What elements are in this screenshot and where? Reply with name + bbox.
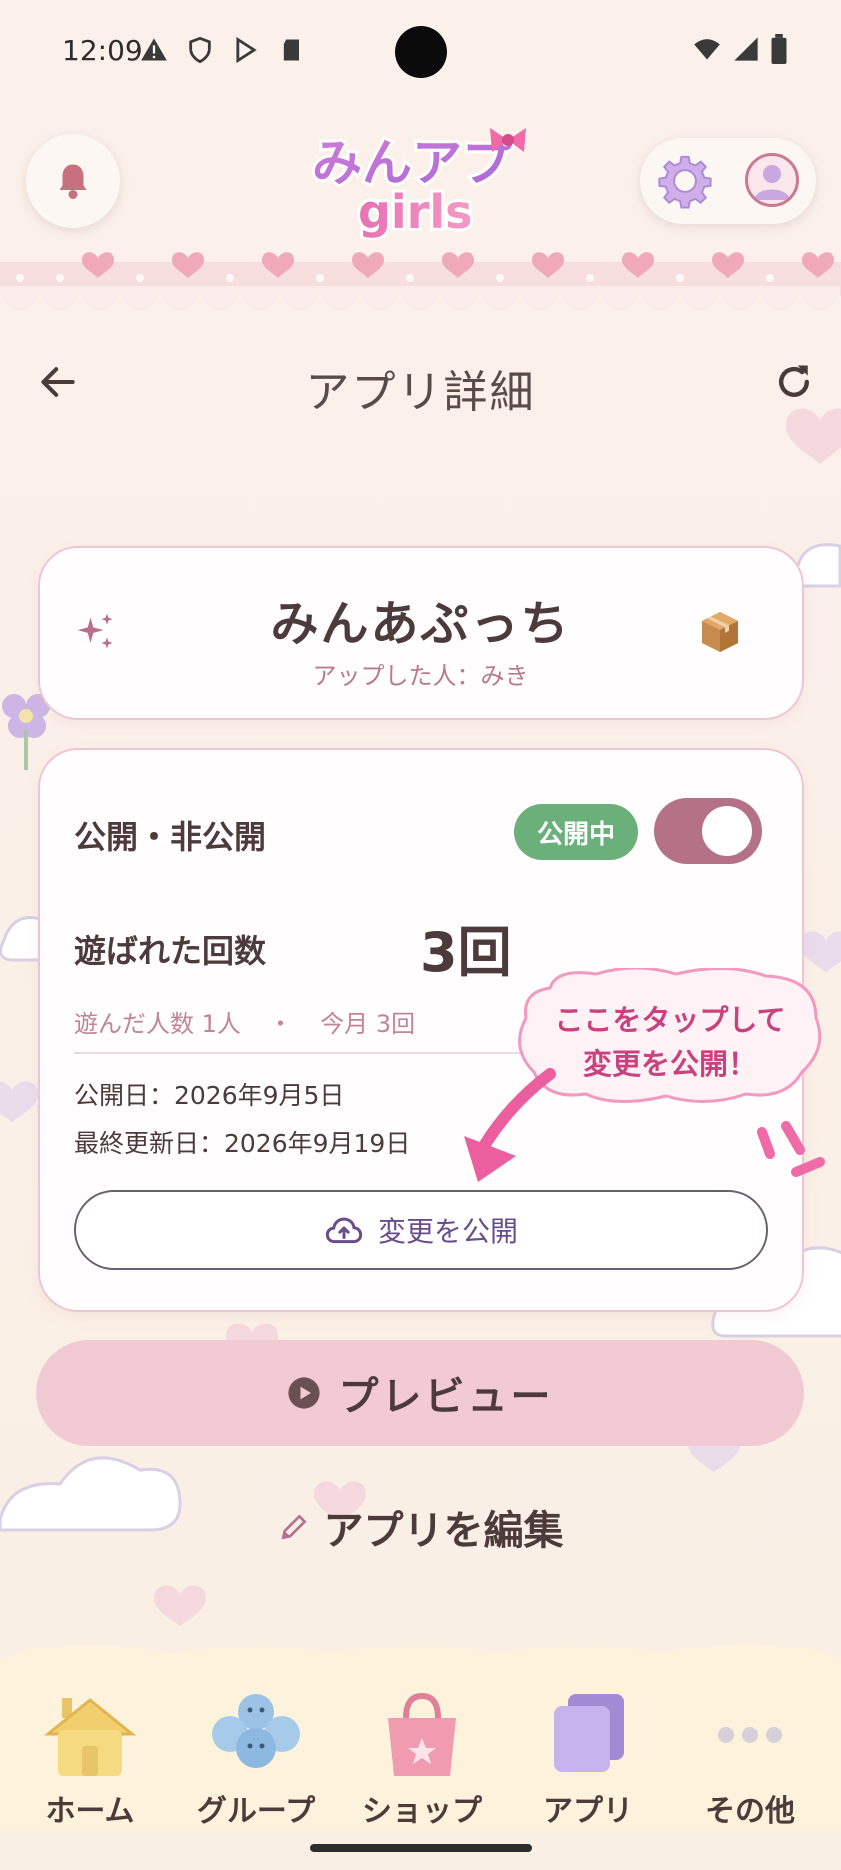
sub-stats: 遊んだ人数 1人 ・ 今月 3回 bbox=[74, 1004, 435, 1039]
more-dots-icon bbox=[718, 1727, 782, 1743]
nav-label-apps: アプリ bbox=[543, 1794, 633, 1829]
preview-label: プレビュー bbox=[338, 1374, 554, 1420]
tooltip-text: ここをタップして 変更を公開！ bbox=[530, 998, 810, 1086]
updated-date: 最終更新日：2026年9月19日 bbox=[74, 1129, 411, 1158]
published-date: 公開日：2026年9月5日 bbox=[74, 1081, 345, 1110]
tooltip-line-2: 変更を公開！ bbox=[582, 1047, 757, 1081]
nav-label-more: その他 bbox=[705, 1794, 795, 1829]
logo-text-bottom: girls bbox=[358, 185, 473, 239]
players-count: 遊んだ人数 1人 bbox=[74, 1010, 241, 1038]
bell-icon bbox=[59, 164, 87, 199]
emphasis-dashes bbox=[757, 1121, 825, 1177]
status-time: 12:09 bbox=[62, 34, 143, 67]
nav-label-group: グループ bbox=[196, 1794, 316, 1829]
edit-label: アプリを編集 bbox=[323, 1508, 564, 1554]
logo-text-top: みんアプ bbox=[312, 134, 512, 192]
nav-label-home: ホーム bbox=[45, 1794, 135, 1829]
refresh-button[interactable] bbox=[772, 360, 816, 404]
toggle-knob bbox=[702, 806, 752, 856]
nav-item-shop[interactable]: ショップ bbox=[342, 1690, 502, 1830]
status-notification-icons bbox=[140, 36, 306, 64]
publish-changes-button[interactable]: 変更を公開 bbox=[74, 1190, 768, 1270]
cloud-upload-icon bbox=[325, 1217, 363, 1244]
play-circle-icon bbox=[287, 1377, 320, 1409]
preview-button[interactable]: プレビュー bbox=[36, 1340, 804, 1446]
package-box-icon bbox=[696, 608, 744, 656]
tooltip-line-1: ここをタップして bbox=[554, 1003, 786, 1037]
nav-item-group[interactable]: グループ bbox=[176, 1690, 336, 1830]
publish-button-label: 変更を公開 bbox=[377, 1215, 518, 1248]
app-logo: みんアプ girls bbox=[300, 110, 550, 242]
settings-button[interactable] bbox=[656, 152, 714, 210]
pencil-icon bbox=[281, 1514, 307, 1540]
notifications-button[interactable] bbox=[26, 134, 120, 228]
app-cards-icon bbox=[554, 1694, 624, 1772]
uploader-label: アップした人：みき bbox=[312, 662, 529, 690]
edit-app-link[interactable]: アプリを編集 bbox=[0, 1498, 841, 1556]
play-store-icon bbox=[236, 36, 257, 64]
profile-avatar-button[interactable] bbox=[745, 153, 799, 207]
status-badge: 公開中 bbox=[514, 804, 638, 860]
camera-cutout bbox=[395, 26, 447, 78]
wifi-icon bbox=[694, 39, 720, 60]
plays-count: 3回 bbox=[420, 921, 512, 984]
gear-icon bbox=[658, 155, 712, 209]
visibility-label: 公開・非公開 bbox=[74, 818, 267, 856]
stats-separator: ・ bbox=[268, 1010, 293, 1038]
nav-label-shop: ショップ bbox=[362, 1794, 482, 1829]
warning-icon bbox=[141, 38, 167, 61]
group-icon bbox=[212, 1694, 300, 1768]
nav-item-home[interactable]: ホーム bbox=[10, 1690, 170, 1830]
battery-icon bbox=[771, 34, 787, 64]
signal-icon bbox=[734, 37, 758, 61]
status-bar: 12:09 bbox=[0, 0, 841, 110]
lace-border bbox=[0, 252, 841, 311]
monthly-plays: 今月 3回 bbox=[320, 1010, 416, 1038]
shopping-bag-icon bbox=[388, 1692, 456, 1776]
sd-card-icon bbox=[283, 39, 299, 61]
nav-item-apps[interactable]: アプリ bbox=[508, 1690, 668, 1830]
pointer-arrow bbox=[464, 1068, 556, 1182]
user-avatar-icon bbox=[754, 165, 790, 200]
status-system-icons bbox=[692, 34, 788, 64]
page-title: アプリ詳細 bbox=[305, 367, 536, 418]
refresh-icon bbox=[778, 365, 810, 397]
shield-icon bbox=[189, 36, 211, 64]
plays-label: 遊ばれた回数 bbox=[74, 932, 267, 970]
home-indicator bbox=[310, 1844, 532, 1852]
house-icon bbox=[43, 1698, 137, 1776]
nav-item-more[interactable]: その他 bbox=[670, 1690, 830, 1830]
